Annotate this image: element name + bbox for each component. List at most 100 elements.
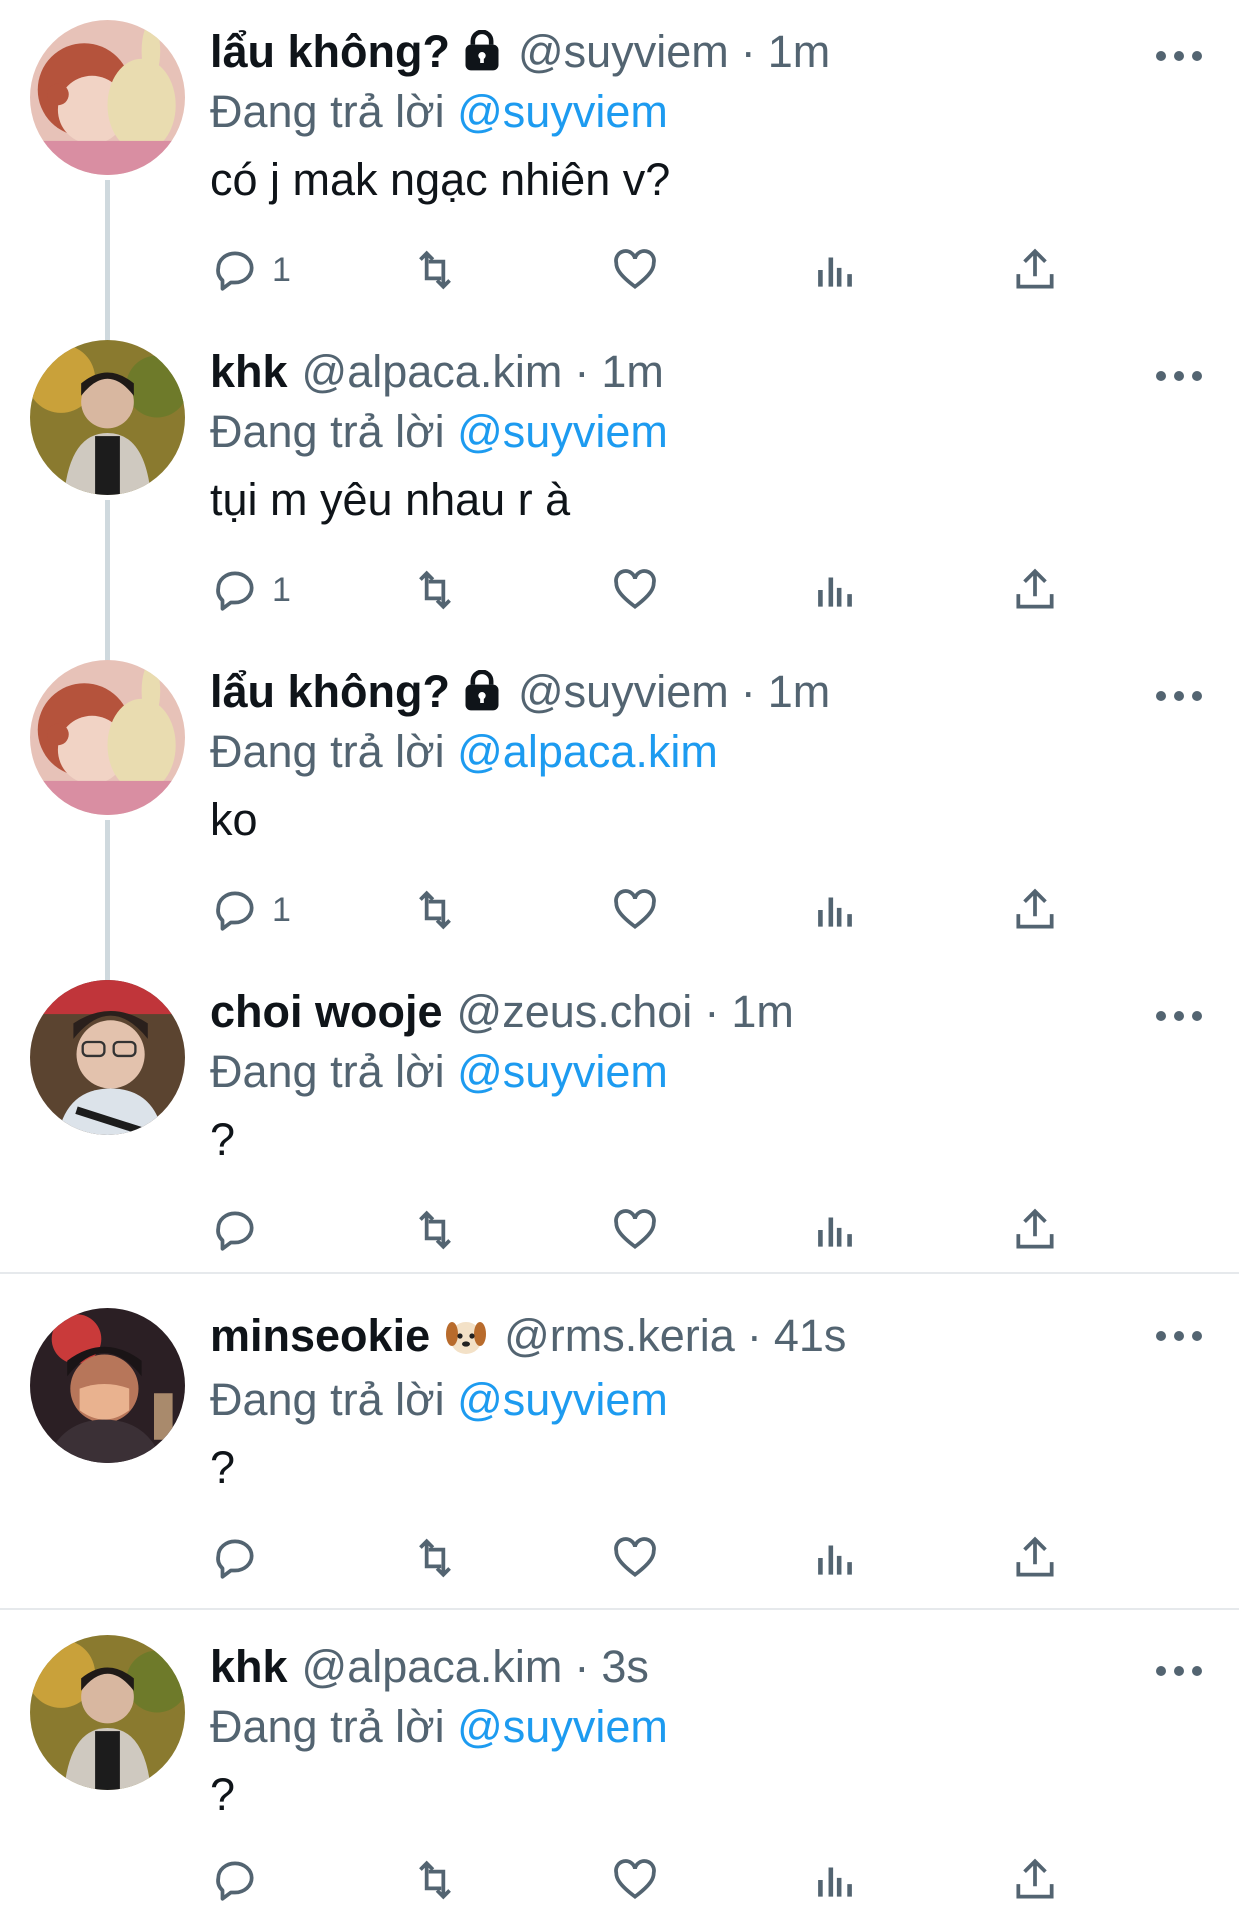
tweet[interactable]: minseokie @rms.keria · 41s Đang trả lời … (0, 1300, 1239, 1600)
tweet[interactable]: khk @alpaca.kim · 1m Đang trả lời @suyvi… (0, 340, 1239, 670)
tweet-text: ? (210, 1769, 236, 1820)
tweet[interactable]: lẩu không? @suyviem · 1m Đang trả lời @a… (0, 660, 1239, 990)
display-name[interactable]: choi wooje (210, 986, 443, 1038)
share-button[interactable] (1010, 1850, 1060, 1910)
replying-label: Đang trả lời (210, 406, 445, 457)
user-handle[interactable]: @zeus.choi (457, 986, 693, 1038)
views-button[interactable] (810, 1850, 860, 1910)
user-handle[interactable]: @alpaca.kim (302, 1641, 563, 1693)
reply-icon (216, 1211, 254, 1251)
retweet-button[interactable] (410, 560, 460, 620)
tweet[interactable]: choi wooje @zeus.choi · 1m Đang trả lời … (0, 980, 1239, 1270)
avatar[interactable] (30, 980, 185, 1135)
avatar[interactable] (30, 660, 185, 815)
more-options-icon[interactable] (1149, 356, 1209, 386)
share-button[interactable] (1010, 1200, 1060, 1260)
retweet-icon (419, 1538, 451, 1578)
display-name[interactable]: lẩu không? (210, 26, 450, 78)
reply-button[interactable]: 1 (210, 880, 291, 940)
action-bar: 1 (210, 240, 1110, 300)
share-icon (1016, 1208, 1054, 1249)
tweet-text: ko (210, 794, 258, 845)
timestamp[interactable]: 1m (731, 986, 794, 1038)
replying-label: Đang trả lời (210, 726, 445, 777)
reply-icon (216, 571, 254, 611)
replying-mention-link[interactable]: @suyviem (457, 1701, 668, 1752)
user-handle[interactable]: @suyviem (518, 26, 729, 78)
retweet-button[interactable] (410, 1200, 460, 1260)
more-options-icon[interactable] (1149, 1316, 1209, 1346)
display-name[interactable]: minseokie (210, 1310, 430, 1362)
replying-mention-link[interactable]: @suyviem (457, 86, 668, 137)
more-options-icon[interactable] (1149, 996, 1209, 1026)
display-name[interactable]: khk (210, 1641, 288, 1693)
separator-dot: · (574, 1641, 590, 1692)
action-bar (210, 1200, 1110, 1260)
replying-to: Đang trả lời @suyviem (210, 84, 1219, 140)
timestamp[interactable]: 1m (768, 26, 831, 78)
views-button[interactable] (810, 560, 860, 620)
display-name[interactable]: khk (210, 346, 288, 398)
avatar[interactable] (30, 20, 185, 175)
retweet-button[interactable] (410, 880, 460, 940)
separator-dot: · (704, 986, 720, 1037)
reply-button[interactable] (210, 1200, 260, 1260)
like-button[interactable] (610, 240, 660, 300)
reply-button[interactable]: 1 (210, 560, 291, 620)
retweet-button[interactable] (410, 240, 460, 300)
divider (0, 1608, 1239, 1610)
tweet-text: có j mak ngạc nhiên v? (210, 154, 671, 205)
tweet[interactable]: khk @alpaca.kim · 3s Đang trả lời @suyvi… (0, 1635, 1239, 1920)
reply-button[interactable]: 1 (210, 240, 291, 300)
more-options-icon[interactable] (1149, 676, 1209, 706)
action-bar (210, 1528, 1110, 1588)
views-button[interactable] (810, 880, 860, 940)
avatar[interactable] (30, 1308, 185, 1463)
avatar[interactable] (30, 340, 185, 495)
separator-dot: · (740, 666, 756, 717)
reply-button[interactable] (210, 1850, 260, 1910)
user-handle[interactable]: @suyviem (518, 666, 729, 718)
replying-label: Đang trả lời (210, 1374, 445, 1425)
display-name[interactable]: lẩu không? (210, 666, 450, 718)
like-button[interactable] (610, 1200, 660, 1260)
separator-dot: · (574, 346, 590, 397)
more-options-icon[interactable] (1149, 36, 1209, 66)
tweet-header: lẩu không? @suyviem · 1m (210, 20, 1219, 84)
views-button[interactable] (810, 240, 860, 300)
like-button[interactable] (610, 1528, 660, 1588)
like-icon (614, 249, 656, 290)
replying-mention-link[interactable]: @alpaca.kim (457, 726, 718, 777)
user-handle[interactable]: @alpaca.kim (302, 346, 563, 398)
thread-line (105, 500, 110, 670)
timestamp[interactable]: 1m (768, 666, 831, 718)
share-icon (1016, 248, 1054, 289)
like-button[interactable] (610, 1850, 660, 1910)
views-button[interactable] (810, 1528, 860, 1588)
share-button[interactable] (1010, 560, 1060, 620)
reply-button[interactable] (210, 1528, 260, 1588)
tweet-text: tụi m yêu nhau r à (210, 474, 571, 525)
replying-label: Đang trả lời (210, 86, 445, 137)
replying-mention-link[interactable]: @suyviem (457, 1374, 668, 1425)
tweet[interactable]: lẩu không? @suyviem · 1m Đang trả lời @s… (0, 20, 1239, 350)
share-button[interactable] (1010, 880, 1060, 940)
views-button[interactable] (810, 1200, 860, 1260)
avatar[interactable] (30, 1635, 185, 1790)
replying-mention-link[interactable]: @suyviem (457, 1046, 668, 1097)
timestamp[interactable]: 1m (601, 346, 664, 398)
replying-mention-link[interactable]: @suyviem (457, 406, 668, 457)
share-button[interactable] (1010, 240, 1060, 300)
timestamp[interactable]: 41s (774, 1310, 847, 1362)
more-options-icon[interactable] (1149, 1651, 1209, 1681)
retweet-button[interactable] (410, 1850, 460, 1910)
timestamp[interactable]: 3s (601, 1641, 649, 1693)
share-button[interactable] (1010, 1528, 1060, 1588)
user-handle[interactable]: @rms.keria (504, 1310, 735, 1362)
like-button[interactable] (610, 560, 660, 620)
views-icon (818, 577, 852, 607)
like-button[interactable] (610, 880, 660, 940)
retweet-button[interactable] (410, 1528, 460, 1588)
retweet-icon (419, 1860, 451, 1900)
replying-to: Đang trả lời @suyviem (210, 1699, 1219, 1755)
